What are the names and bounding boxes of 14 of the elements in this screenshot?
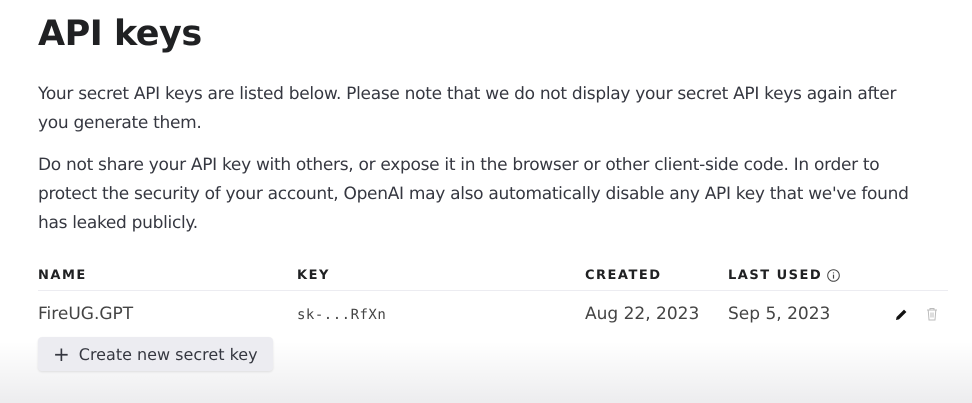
last-used-date: Sep 5, 2023 (728, 304, 830, 324)
key-name: FireUG.GPT (38, 304, 134, 324)
description-text: Your secret API keys are listed below. Please note that we do not display your secret API keys again after you generate them. (38, 83, 898, 135)
masked-key: sk-...RfXn (297, 307, 386, 323)
info-icon[interactable] (827, 268, 840, 282)
column-header: KEY (297, 268, 330, 282)
create-key-button[interactable]: + Create new secret key (38, 337, 273, 371)
description-text: Do not share your API key with others, or expose it in the browser or other client-side code. In order to protect the security of your account, OpenAI may also automatically disable any API key that we've found has leaked publicly. (38, 154, 910, 235)
column-header: NAME (38, 268, 87, 282)
column-header: LAST USED (728, 268, 822, 282)
page-title: API keys (38, 14, 203, 54)
column-header: CREATED (585, 268, 662, 282)
edit-icon[interactable] (895, 308, 908, 320)
created-date: Aug 22, 2023 (585, 304, 700, 324)
